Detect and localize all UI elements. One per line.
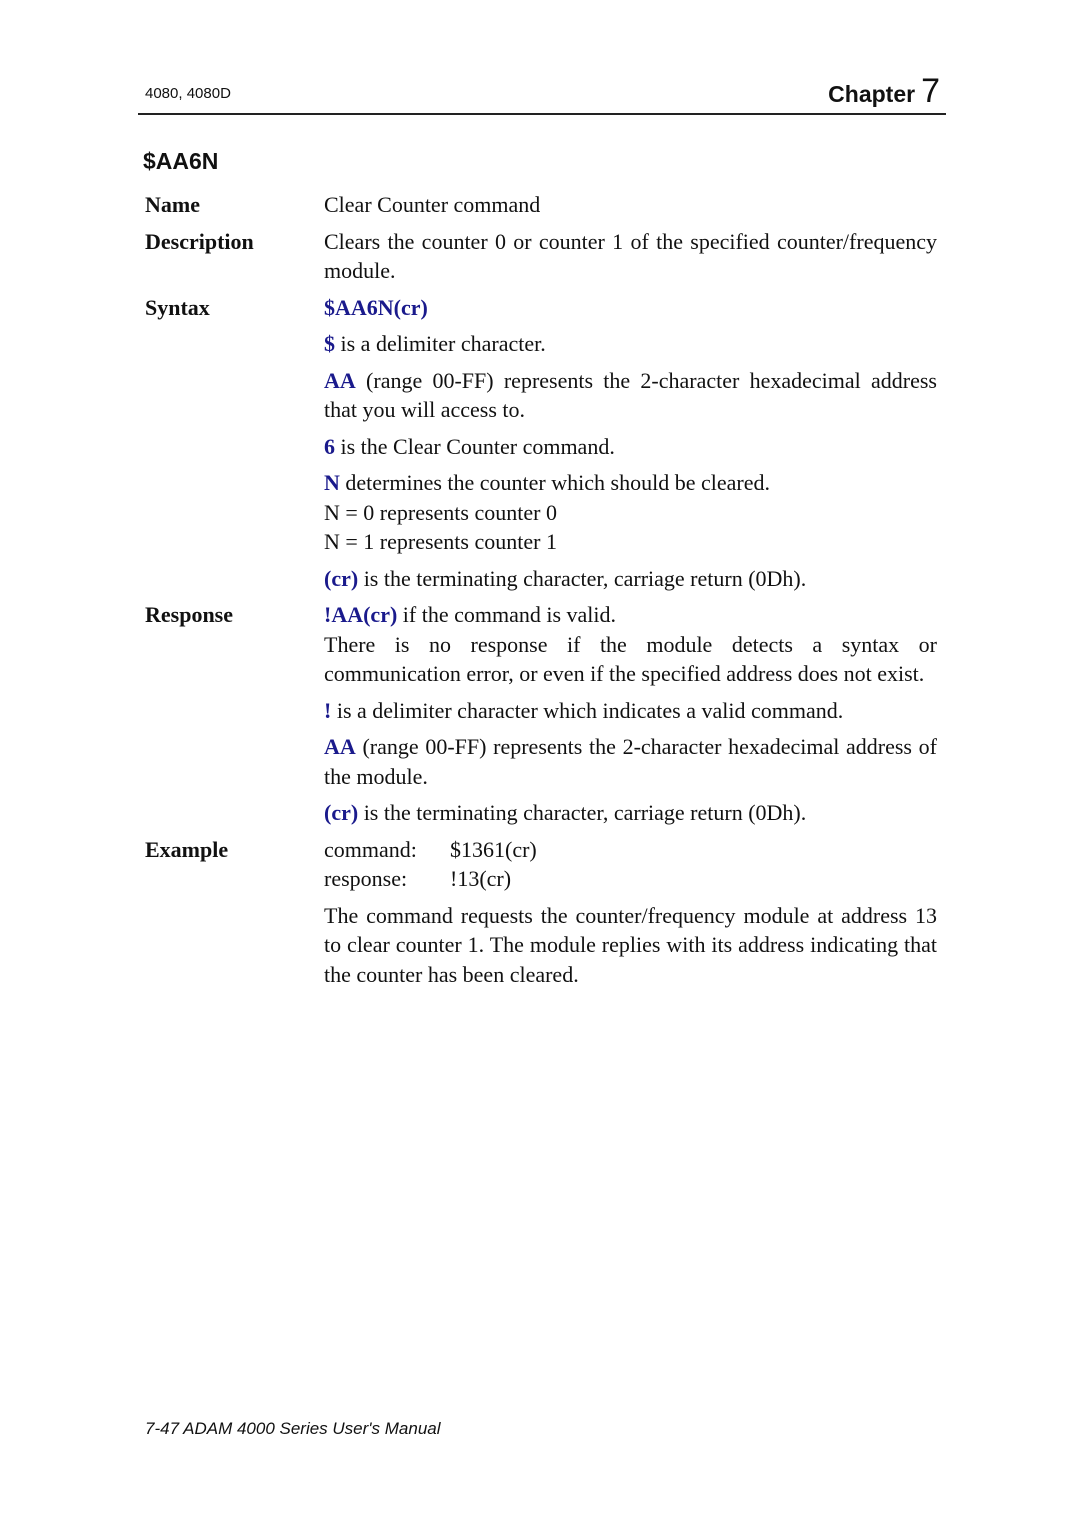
chapter-heading: Chapter 7 — [828, 72, 940, 111]
page-footer: 7-47 ADAM 4000 Series User's Manual — [145, 1419, 441, 1438]
example-section: Example command: $1361(cr) response: !13(c… — [145, 835, 937, 997]
name-section: Name Clear Counter command — [145, 190, 937, 220]
syntax-item: $ is a delimiter character. — [324, 331, 546, 356]
description-label: Description — [145, 228, 254, 254]
chapter-label: Chapter — [828, 81, 916, 107]
chapter-number: 7 — [921, 72, 940, 110]
syntax-format: $AA6N(cr) — [324, 294, 428, 320]
name-label: Name — [145, 192, 200, 217]
syntax-item: N determines the counter which should be… — [324, 468, 937, 557]
response-section: Response !AA(cr) if the command is valid… — [145, 600, 937, 835]
description-section: Description Clears the counter 0 or coun… — [145, 227, 937, 286]
command-reference: Name Clear Counter command Description C… — [145, 190, 937, 996]
example-explanation: The command requests the counter/frequen… — [324, 902, 937, 987]
counter-option: N = 1 represents counter 1 — [324, 529, 557, 554]
command-title: $AA6N — [143, 148, 219, 174]
example-label: Example — [145, 836, 229, 862]
example-command: command: $1361(cr) — [324, 836, 537, 862]
response-label: Response — [145, 602, 234, 627]
syntax-item: 6 is the Clear Counter command. — [324, 433, 615, 459]
syntax-section: Syntax $AA6N(cr) $ is a delimiter charac… — [145, 293, 937, 601]
counter-option: N = 0 represents counter 0 — [324, 499, 557, 525]
example-response: response: !13(cr) — [324, 866, 512, 891]
name-text: Clear Counter command — [324, 192, 541, 217]
response-note: There is no response if the module detec… — [324, 631, 937, 687]
header-rule — [138, 113, 946, 115]
syntax-item: (cr) is the terminating character, carri… — [324, 565, 807, 591]
header-model: 4080, 4080D — [145, 85, 231, 102]
syntax-item: AA (range 00-FF) represents the 2-charac… — [324, 367, 937, 423]
syntax-label: Syntax — [145, 294, 210, 320]
response-format: !AA(cr) — [324, 602, 398, 627]
response-item: AA (range 00-FF) represents the 2-charac… — [324, 734, 937, 789]
response-item: (cr) is the terminating character, carri… — [324, 800, 807, 825]
response-item: ! is a delimiter character which indicat… — [324, 697, 844, 723]
description-text: Clears the counter 0 or counter 1 of the… — [324, 228, 937, 284]
